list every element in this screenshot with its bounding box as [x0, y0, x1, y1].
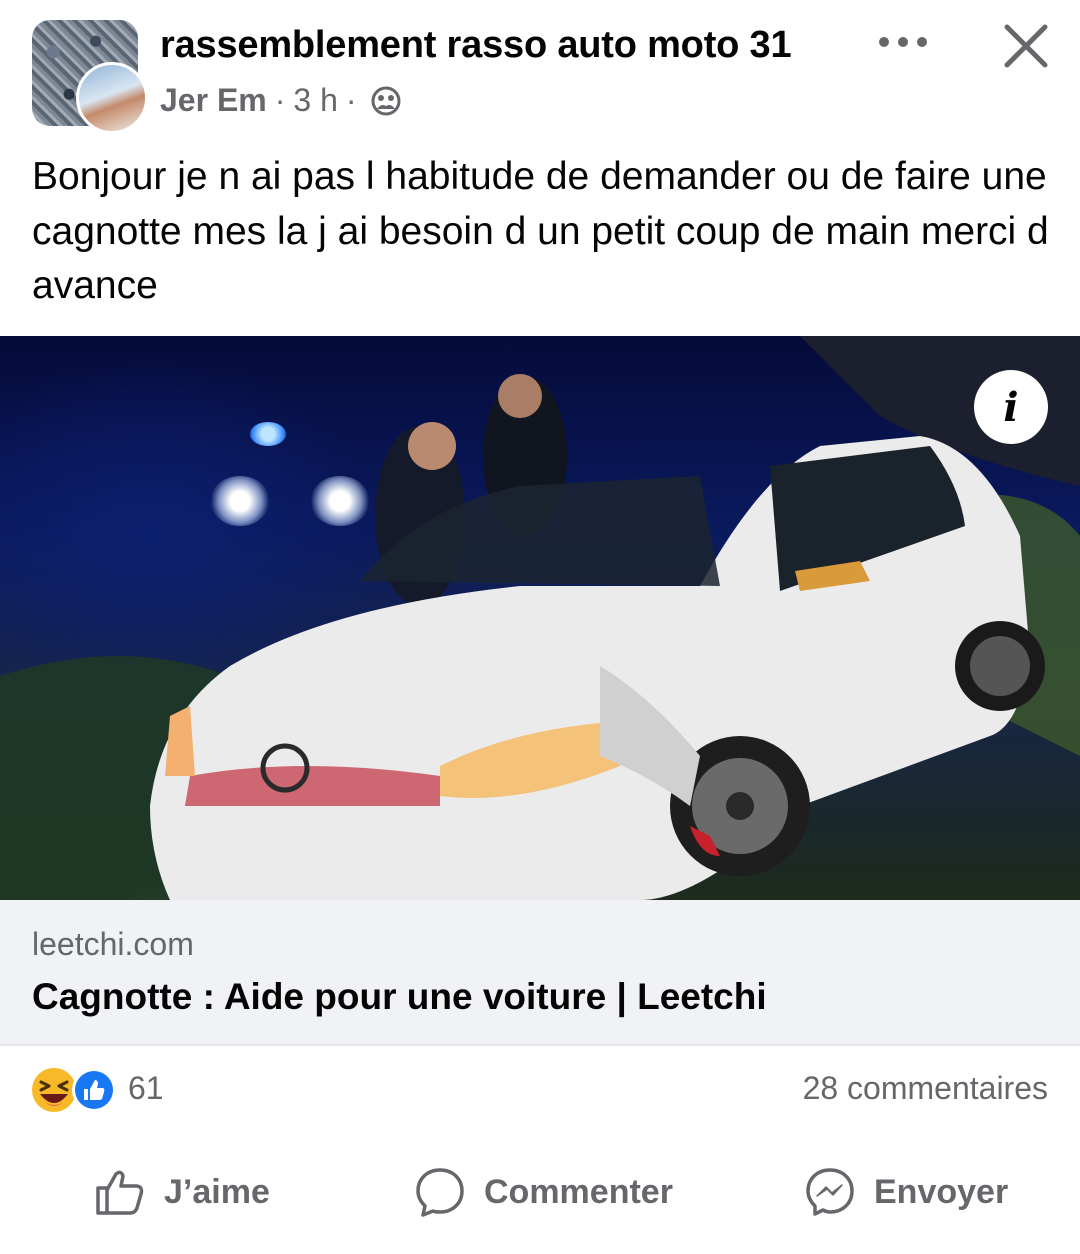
group-privacy-icon — [371, 86, 401, 115]
author-name[interactable]: Jer Em — [160, 82, 267, 119]
like-button[interactable]: J’aime — [94, 1150, 270, 1234]
comment-icon — [416, 1168, 464, 1217]
link-preview-card[interactable]: leetchi.com Cagnotte : Aide pour une voi… — [0, 900, 1080, 1046]
action-bar: J’aime Commenter Envoyer — [0, 1150, 1080, 1234]
close-icon — [1004, 24, 1048, 68]
meta-separator: · — [274, 82, 286, 118]
reactions-bar: 61 28 commentaires — [0, 1060, 1080, 1120]
messenger-icon — [806, 1168, 854, 1216]
reaction-icons[interactable] — [30, 1066, 122, 1114]
group-name[interactable]: rassemblement rasso auto moto 31 — [160, 24, 792, 67]
info-icon: i — [1003, 383, 1019, 431]
like-reaction-icon — [72, 1068, 116, 1112]
post-text: Bonjour je n ai pas l habitude de demand… — [32, 155, 1049, 307]
post-image[interactable]: i — [0, 336, 1080, 900]
haha-icon — [32, 1068, 76, 1112]
post-header: rassemblement rasso auto moto 31 Jer Em … — [0, 0, 1080, 140]
send-button[interactable]: Envoyer — [804, 1150, 1008, 1234]
link-domain: leetchi.com — [32, 926, 194, 962]
send-label: Envoyer — [874, 1172, 1009, 1211]
meta-separator: · — [345, 82, 357, 118]
close-button[interactable] — [996, 16, 1056, 76]
info-button[interactable]: i — [974, 370, 1048, 444]
link-title: Cagnotte : Aide pour une voiture | Leetc… — [32, 976, 767, 1017]
scene-illustration — [0, 336, 1080, 900]
post-time[interactable]: 3 h — [293, 82, 337, 119]
comment-button[interactable]: Commenter — [414, 1150, 673, 1234]
more-options-button[interactable] — [868, 22, 938, 62]
comments-count[interactable]: 28 commentaires — [803, 1070, 1048, 1107]
reaction-count[interactable]: 61 — [128, 1070, 164, 1107]
post-meta: Jer Em · 3 h · — [160, 82, 403, 119]
comment-label: Commenter — [484, 1172, 673, 1211]
author-avatar[interactable] — [76, 62, 148, 134]
thumbs-up-icon — [96, 1170, 144, 1215]
ellipsis-icon — [879, 37, 927, 47]
like-label: J’aime — [164, 1172, 270, 1211]
